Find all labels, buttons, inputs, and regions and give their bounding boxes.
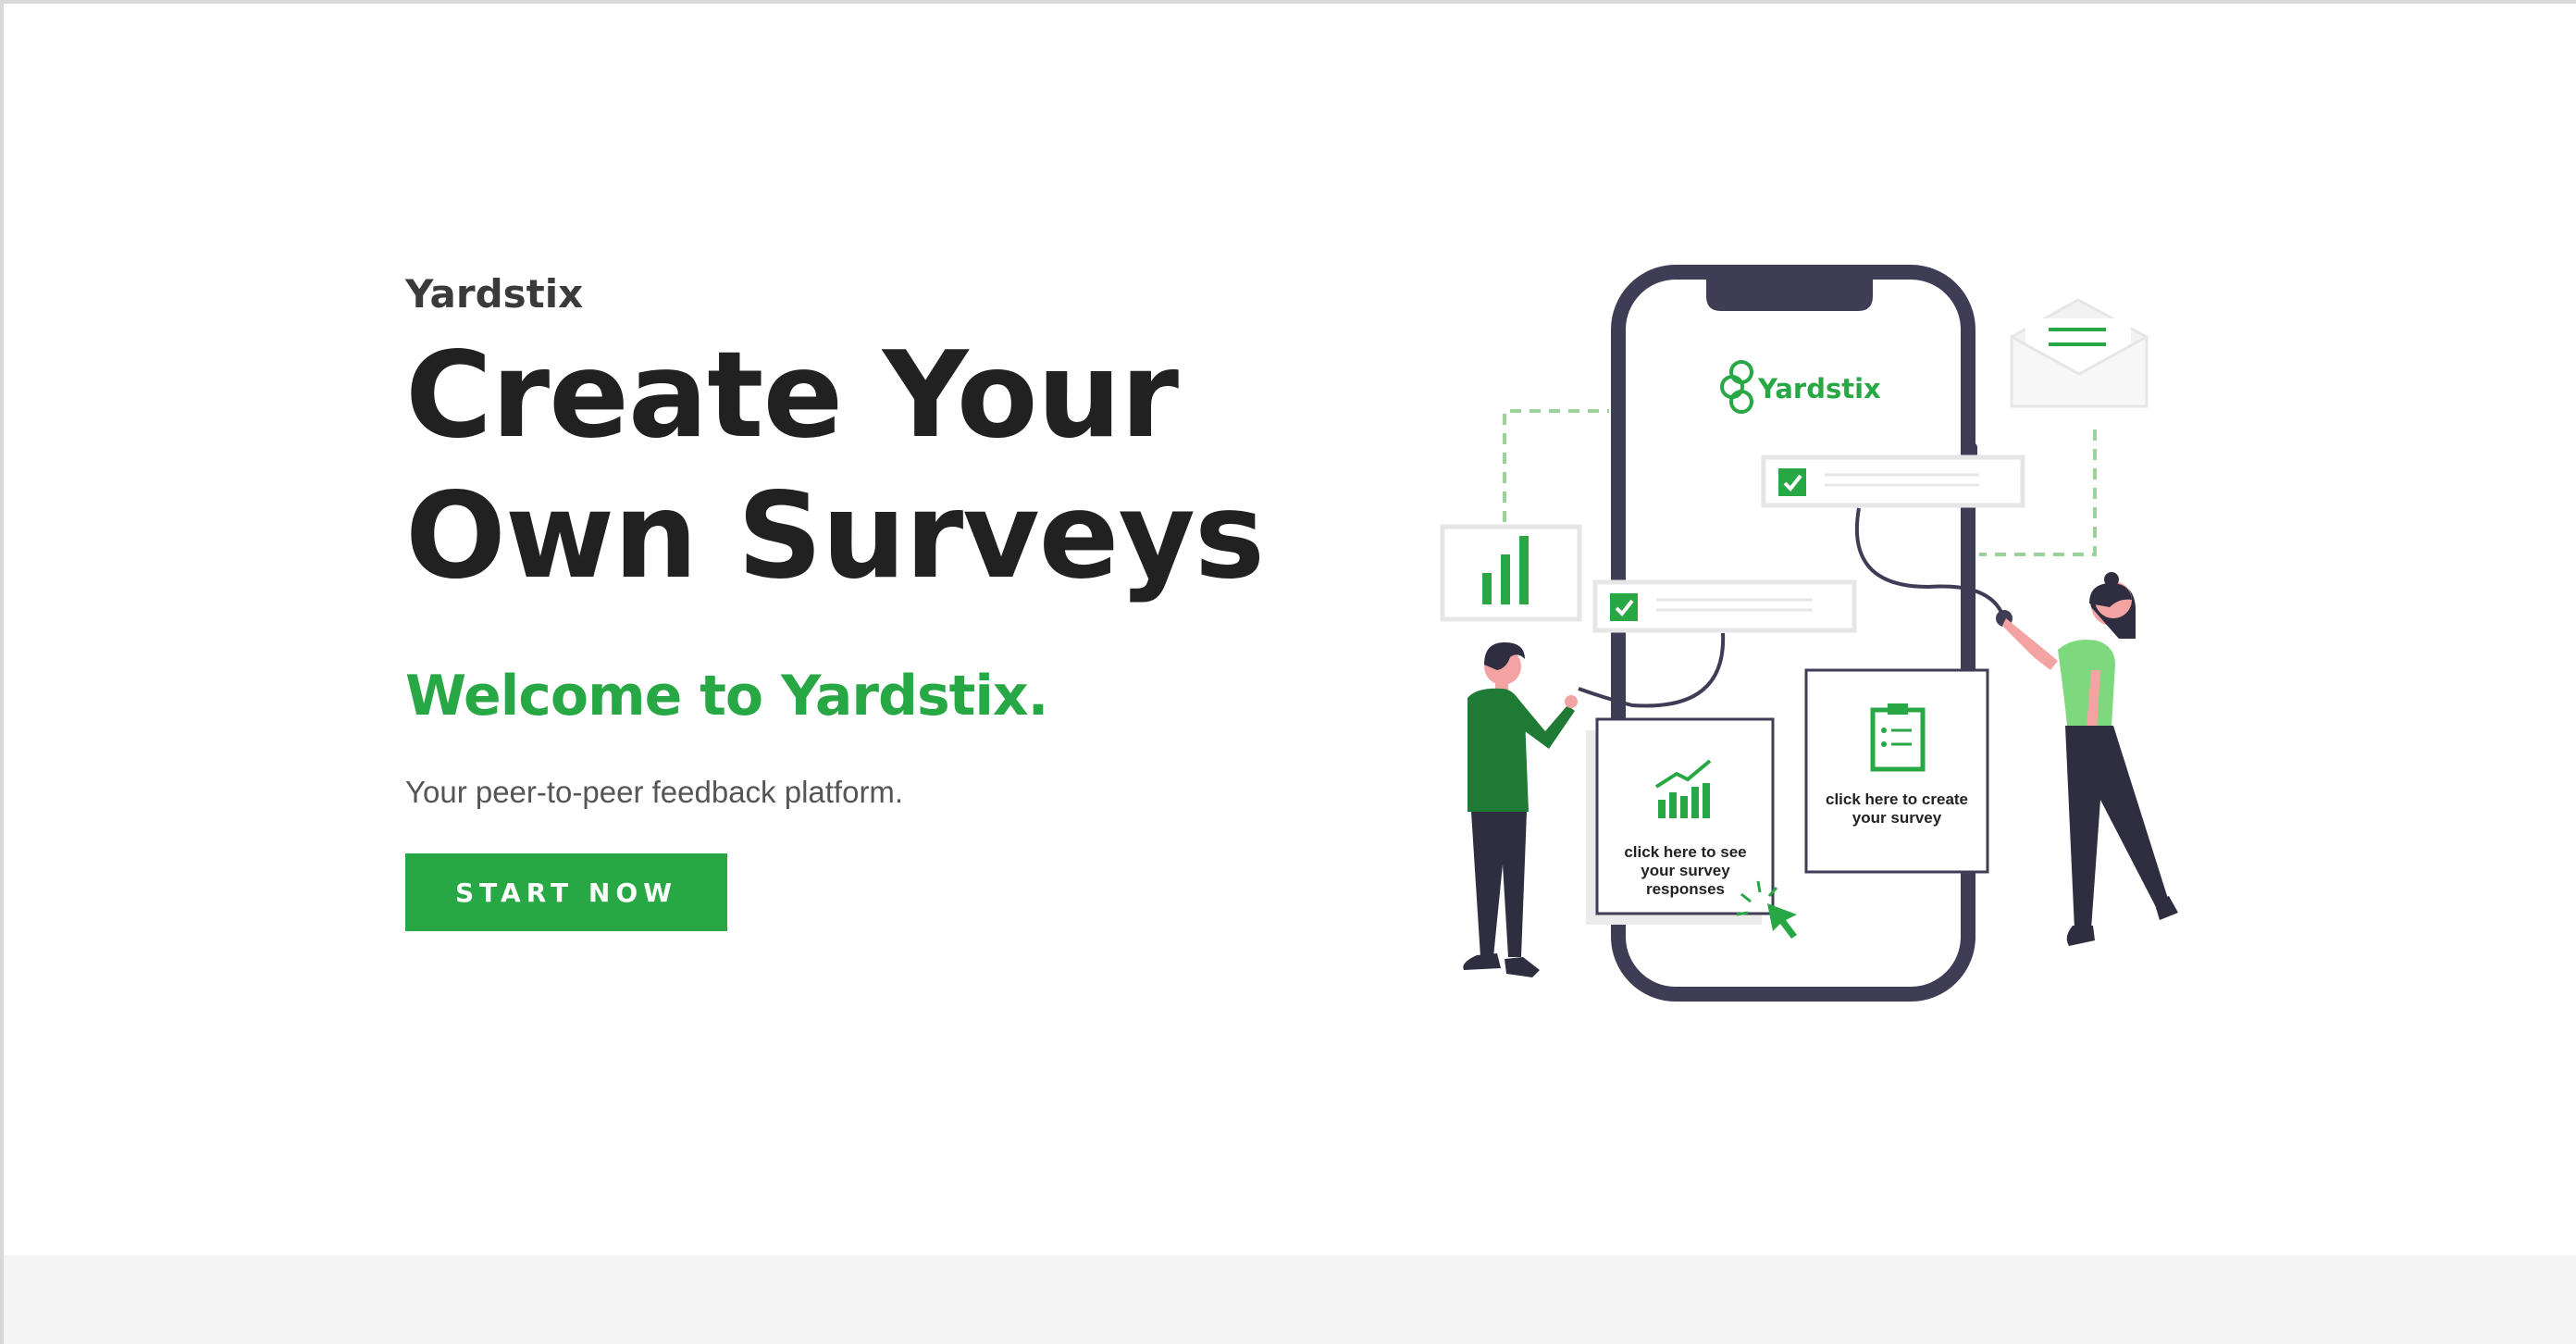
page-title: Create Your Own Surveys	[405, 326, 1312, 607]
welcome-heading: Welcome to Yardstix.	[405, 664, 1048, 728]
checkbox-checked-icon	[1761, 454, 2025, 508]
headline-line-1: Create Your	[405, 327, 1179, 465]
hero-illustration: Yardstix click here to see your survey r…	[1429, 263, 2197, 1003]
create-survey-card[interactable]: click here to create your survey	[1817, 790, 1976, 828]
envelope-icon	[2010, 298, 2149, 408]
hero-section: Yardstix Create Your Own Surveys Welcome…	[405, 270, 1312, 931]
tagline: Your peer-to-peer feedback platform.	[405, 775, 904, 809]
man-figure	[1463, 642, 1578, 977]
footer-strip	[4, 1255, 2576, 1344]
clipboard-icon	[1870, 703, 1926, 772]
app-logo-text: Yardstix	[1758, 373, 1881, 404]
woman-figure	[2002, 572, 2178, 946]
see-responses-card[interactable]: click here to see your survey responses	[1614, 843, 1757, 899]
bar-chart-icon	[1440, 524, 1582, 622]
landing-page: Yardstix Create Your Own Surveys Welcome…	[0, 0, 2576, 1344]
brand-name: Yardstix	[405, 271, 584, 317]
start-now-button[interactable]: START NOW	[405, 853, 727, 931]
headline-line-2: Own Surveys	[405, 467, 1265, 605]
checkbox-checked-icon	[1592, 579, 1857, 633]
